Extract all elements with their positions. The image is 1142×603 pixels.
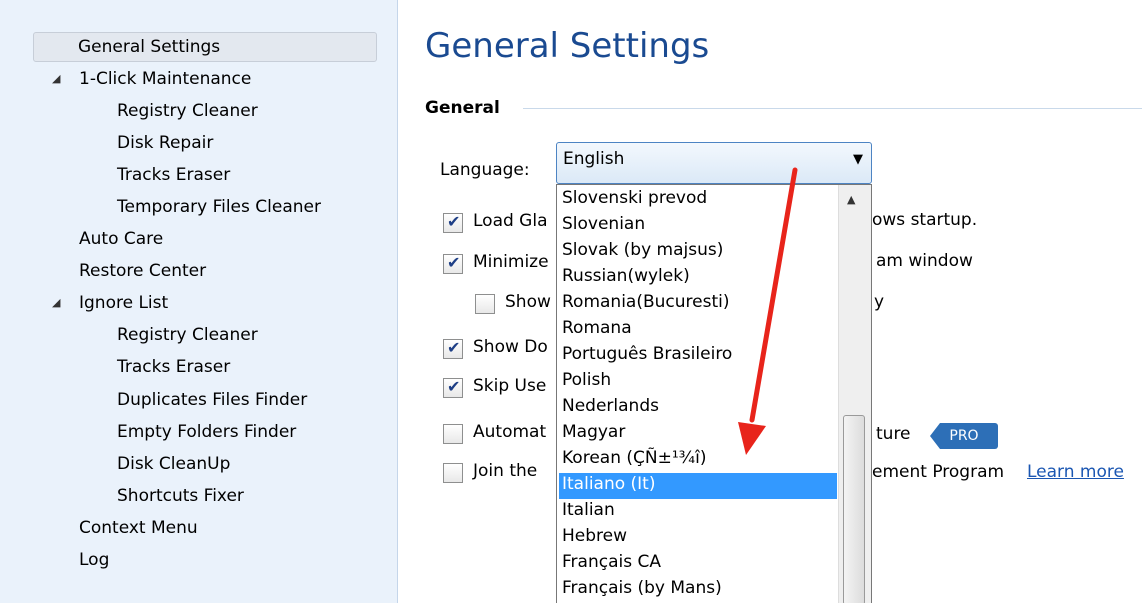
option-label: Automat: [473, 422, 547, 442]
dropdown-option[interactable]: Italian: [559, 499, 837, 525]
dropdown-option[interactable]: Português Brasileiro: [559, 343, 837, 369]
dropdown-option[interactable]: Français CA: [559, 551, 837, 577]
dropdown-option[interactable]: Korean (ÇÑ±¹¾î): [559, 447, 837, 473]
checkbox[interactable]: [443, 424, 463, 444]
sidebar-item-label: Registry Cleaner: [117, 325, 258, 345]
sidebar-item-auto-care[interactable]: Auto Care: [79, 224, 163, 254]
option-label: Skip Use: [473, 376, 547, 396]
checkbox[interactable]: ✔: [443, 377, 463, 398]
dropdown-option[interactable]: Magyar: [559, 421, 837, 447]
checkbox[interactable]: ✔: [443, 338, 463, 359]
sidebar-item-registry-cleaner[interactable]: Registry Cleaner: [117, 96, 258, 126]
sidebar-item-label: Registry Cleaner: [117, 101, 258, 121]
dropdown-option[interactable]: Romania(Bucuresti): [559, 291, 837, 317]
sidebar-item-label: Shortcuts Fixer: [117, 486, 244, 506]
sidebar-item-duplicates-files-finder[interactable]: Duplicates Files Finder: [117, 385, 307, 415]
language-combobox-value: English: [563, 149, 625, 169]
sidebar-item-label: Tracks Eraser: [117, 165, 231, 185]
sidebar-item-context-menu[interactable]: Context Menu: [79, 513, 198, 543]
checkbox[interactable]: [443, 463, 463, 483]
option-label-tail: ture: [876, 424, 911, 444]
sidebar-item-1-click-maintenance[interactable]: ◢ 1-Click Maintenance: [52, 64, 252, 94]
option-label: Join the: [473, 461, 538, 481]
language-dropdown-list[interactable]: Slovenski prevod Slovenian Slovak (by ma…: [556, 184, 872, 603]
sidebar-item-label: Temporary Files Cleaner: [117, 197, 321, 217]
language-label: Language:: [440, 160, 530, 180]
sidebar-item-tracks-eraser[interactable]: Tracks Eraser: [117, 160, 230, 190]
sidebar-item-shortcuts-fixer[interactable]: Shortcuts Fixer: [117, 481, 244, 511]
option-label-tail: am window: [876, 251, 973, 271]
language-combobox[interactable]: English ▼: [556, 142, 872, 184]
dropdown-option[interactable]: Nederlands: [559, 395, 837, 421]
sidebar-item-empty-folders-finder[interactable]: Empty Folders Finder: [117, 417, 296, 447]
option-label-tail: ows startup.: [872, 210, 978, 230]
sidebar-item-label: General Settings: [78, 37, 221, 57]
chevron-down-icon[interactable]: ▼: [853, 152, 863, 167]
sidebar-item-label: Duplicates Files Finder: [117, 390, 308, 410]
sidebar-item-log[interactable]: Log: [79, 545, 109, 575]
scrollbar-thumb[interactable]: [843, 415, 865, 603]
sidebar-tree: General Settings ◢ 1-Click Maintenance R…: [0, 0, 398, 603]
learn-more-link[interactable]: Learn more: [1027, 462, 1124, 482]
dropdown-option[interactable]: Français (by Mans): [559, 577, 837, 603]
dropdown-option[interactable]: Polish: [559, 369, 837, 395]
page-title: General Settings: [425, 26, 710, 66]
sidebar-item-label: Restore Center: [79, 261, 207, 281]
sidebar-item-ignore-registry-cleaner[interactable]: Registry Cleaner: [117, 320, 258, 350]
sidebar-item-label: Context Menu: [79, 518, 198, 538]
pro-badge: PRO: [930, 423, 998, 449]
sidebar-item-label: 1-Click Maintenance: [79, 69, 252, 89]
expander-icon[interactable]: ◢: [52, 64, 60, 94]
dropdown-option[interactable]: Russian(wylek): [559, 265, 837, 291]
scroll-up-icon[interactable]: ▲: [847, 193, 855, 206]
sidebar-item-label: Empty Folders Finder: [117, 422, 297, 442]
sidebar-item-ignore-list[interactable]: ◢ Ignore List: [52, 288, 169, 318]
dropdown-option[interactable]: Hebrew: [559, 525, 837, 551]
sidebar-item-label: Ignore List: [79, 293, 169, 313]
dropdown-scrollbar[interactable]: ▲: [838, 185, 871, 603]
sidebar-item-disk-cleanup[interactable]: Disk CleanUp: [117, 449, 230, 479]
sidebar-item-restore-center[interactable]: Restore Center: [79, 256, 206, 286]
group-divider: [523, 108, 1142, 109]
option-label: Load Gla: [473, 211, 548, 231]
sidebar-item-ignore-tracks-eraser[interactable]: Tracks Eraser: [117, 352, 230, 382]
checkmark-icon: ✔: [447, 377, 461, 396]
sidebar-item-general-settings[interactable]: General Settings: [33, 32, 377, 62]
expander-icon[interactable]: ◢: [52, 288, 60, 318]
checkbox[interactable]: ✔: [443, 212, 463, 233]
dropdown-option-selected[interactable]: Italiano (It): [559, 473, 837, 499]
sidebar-item-label: Disk CleanUp: [117, 454, 231, 474]
option-label-tail: y: [874, 292, 885, 312]
checkbox[interactable]: [475, 294, 495, 314]
checkmark-icon: ✔: [447, 212, 461, 231]
sidebar-item-label: Disk Repair: [117, 133, 214, 153]
sidebar-item-label: Tracks Eraser: [117, 357, 231, 377]
sidebar-item-label: Auto Care: [79, 229, 164, 249]
dropdown-option[interactable]: Slovenian: [559, 213, 837, 239]
option-label: Show Do: [473, 337, 548, 357]
checkmark-icon: ✔: [447, 253, 461, 272]
option-label: Show: [505, 292, 551, 312]
group-label-general: General: [425, 98, 500, 118]
dropdown-option[interactable]: Romana: [559, 317, 837, 343]
sidebar-item-temporary-files-cleaner[interactable]: Temporary Files Cleaner: [117, 192, 321, 222]
option-label-tail: ement Program: [872, 462, 1005, 482]
sidebar-item-label: Log: [79, 550, 110, 570]
sidebar-item-disk-repair[interactable]: Disk Repair: [117, 128, 213, 158]
checkbox[interactable]: ✔: [443, 253, 463, 274]
option-label: Minimize: [473, 252, 549, 272]
checkmark-icon: ✔: [447, 338, 461, 357]
dropdown-option[interactable]: Slovak (by majsus): [559, 239, 837, 265]
dropdown-option[interactable]: Slovenski prevod: [559, 187, 837, 213]
